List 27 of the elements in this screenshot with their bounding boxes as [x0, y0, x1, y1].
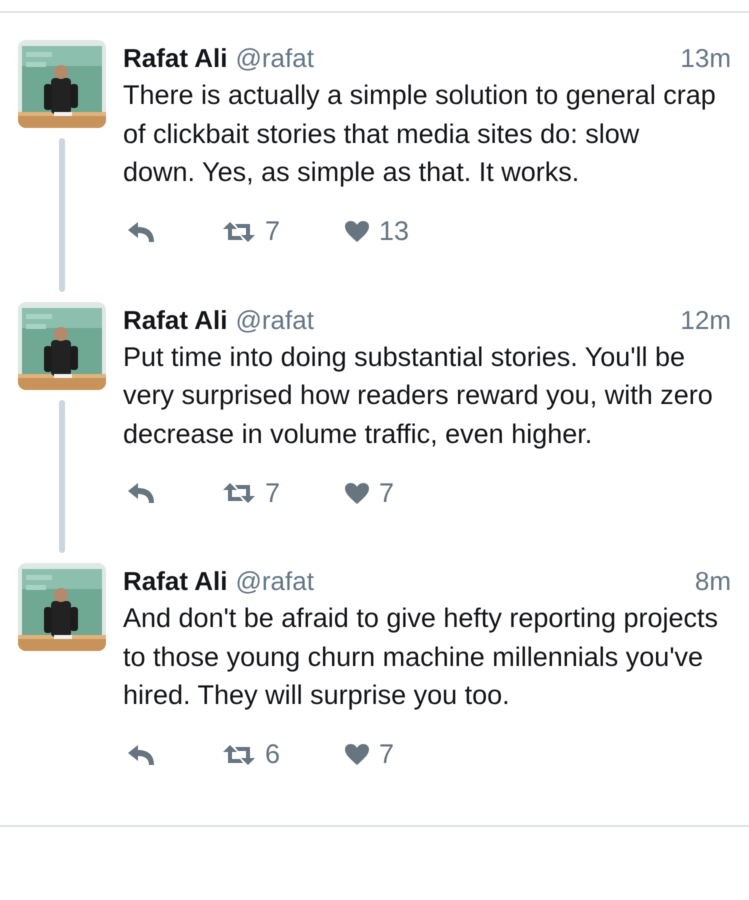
like-count: 13: [379, 216, 410, 247]
author-handle[interactable]: @rafat: [236, 40, 314, 76]
reply-icon[interactable]: [127, 744, 155, 766]
retweet-icon[interactable]: [222, 482, 256, 504]
retweet-icon[interactable]: [222, 220, 256, 242]
timestamp[interactable]: 12m: [680, 302, 731, 338]
timestamp[interactable]: 8m: [694, 563, 731, 599]
author-handle[interactable]: @rafat: [236, 563, 314, 599]
retweet-count: 6: [265, 739, 280, 770]
author-name[interactable]: Rafat Ali: [123, 40, 228, 76]
like-count: 7: [379, 478, 394, 508]
like-count: 7: [379, 739, 394, 770]
reply-icon[interactable]: [127, 220, 155, 242]
heart-icon[interactable]: [344, 482, 370, 504]
reply-icon[interactable]: [127, 482, 155, 504]
author-name[interactable]: Rafat Ali: [123, 302, 228, 338]
tweet-text: Put time into doing substantial stories. You'll be very surprised how readers reward you, with zero decrease in volume traffic, even higher.: [123, 340, 714, 451]
retweet-count: 7: [265, 478, 280, 508]
retweet-count: 7: [265, 216, 280, 247]
retweet-icon[interactable]: [222, 744, 256, 766]
author-handle[interactable]: @rafat: [236, 302, 314, 338]
tweet-text: There is actually a simple solution to general crap of clickbait stories that media sites do: slow down. Yes, as simple as that. It works.: [123, 79, 717, 189]
author-name[interactable]: Rafat Ali: [123, 563, 228, 599]
timestamp[interactable]: 13m: [680, 40, 731, 76]
heart-icon[interactable]: [344, 220, 370, 243]
heart-icon[interactable]: [344, 743, 370, 766]
tweet-text: And don't be afraid to give hefty reporting projects to those young churn machine millennials you've hired. They will surprise you too.: [123, 602, 718, 712]
